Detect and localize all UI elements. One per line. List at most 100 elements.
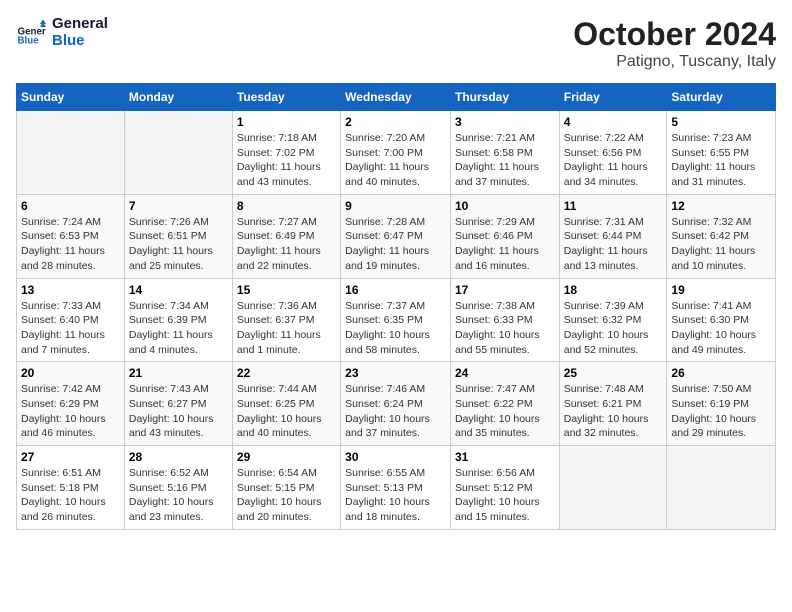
calendar-cell: 22 Sunrise: 7:44 AM Sunset: 6:25 PM Dayli… [232, 362, 340, 446]
day-info: Sunrise: 7:44 AM Sunset: 6:25 PM Dayligh… [237, 382, 336, 441]
day-number: 19 [671, 283, 771, 297]
day-info: Sunrise: 6:56 AM Sunset: 5:12 PM Dayligh… [455, 466, 555, 525]
day-number: 6 [21, 199, 120, 213]
day-number: 3 [455, 115, 555, 129]
day-number: 21 [129, 366, 228, 380]
day-number: 22 [237, 366, 336, 380]
calendar-cell: 23 Sunrise: 7:46 AM Sunset: 6:24 PM Dayli… [341, 362, 451, 446]
day-info: Sunrise: 7:29 AM Sunset: 6:46 PM Dayligh… [455, 215, 555, 274]
day-number: 17 [455, 283, 555, 297]
calendar-cell: 14 Sunrise: 7:34 AM Sunset: 6:39 PM Dayli… [124, 278, 232, 362]
day-info: Sunrise: 6:51 AM Sunset: 5:18 PM Dayligh… [21, 466, 120, 525]
day-info: Sunrise: 7:41 AM Sunset: 6:30 PM Dayligh… [671, 299, 771, 358]
month-title: October 2024 [573, 16, 776, 53]
day-number: 5 [671, 115, 771, 129]
col-tuesday: Tuesday [232, 84, 340, 111]
logo-icon: General Blue [16, 18, 46, 48]
day-number: 27 [21, 450, 120, 464]
day-number: 18 [564, 283, 663, 297]
calendar-cell: 30Sunrise: 6:55 AM Sunset: 5:13 PM Dayli… [341, 446, 451, 530]
day-info: Sunrise: 7:34 AM Sunset: 6:39 PM Dayligh… [129, 299, 228, 358]
calendar-cell: 13 Sunrise: 7:33 AM Sunset: 6:40 PM Dayli… [17, 278, 125, 362]
day-info: Sunrise: 7:27 AM Sunset: 6:49 PM Dayligh… [237, 215, 336, 274]
day-number: 26 [671, 366, 771, 380]
calendar-cell: 17 Sunrise: 7:38 AM Sunset: 6:33 PM Dayli… [450, 278, 559, 362]
calendar-cell: 24Sunrise: 7:47 AM Sunset: 6:22 PM Dayli… [450, 362, 559, 446]
day-info: Sunrise: 7:22 AM Sunset: 6:56 PM Dayligh… [564, 131, 663, 190]
day-number: 9 [345, 199, 446, 213]
col-saturday: Saturday [667, 84, 776, 111]
calendar-cell [17, 111, 125, 195]
calendar-cell: 15 Sunrise: 7:36 AM Sunset: 6:37 PM Dayli… [232, 278, 340, 362]
header-row: Sunday Monday Tuesday Wednesday Thursday… [17, 84, 776, 111]
day-number: 28 [129, 450, 228, 464]
day-info: Sunrise: 7:28 AM Sunset: 6:47 PM Dayligh… [345, 215, 446, 274]
svg-text:Blue: Blue [18, 35, 40, 46]
calendar-cell: 6 Sunrise: 7:24 AM Sunset: 6:53 PM Daylig… [17, 194, 125, 278]
calendar-cell: 18 Sunrise: 7:39 AM Sunset: 6:32 PM Dayli… [559, 278, 667, 362]
day-info: Sunrise: 7:26 AM Sunset: 6:51 PM Dayligh… [129, 215, 228, 274]
day-number: 29 [237, 450, 336, 464]
day-number: 8 [237, 199, 336, 213]
calendar-cell: 21 Sunrise: 7:43 AM Sunset: 6:27 PM Dayli… [124, 362, 232, 446]
day-number: 23 [345, 366, 446, 380]
day-info: Sunrise: 7:42 AM Sunset: 6:29 PM Dayligh… [21, 382, 120, 441]
calendar-cell: 9 Sunrise: 7:28 AM Sunset: 6:47 PM Daylig… [341, 194, 451, 278]
day-number: 12 [671, 199, 771, 213]
week-row-2: 6 Sunrise: 7:24 AM Sunset: 6:53 PM Daylig… [17, 194, 776, 278]
day-info: Sunrise: 7:36 AM Sunset: 6:37 PM Dayligh… [237, 299, 336, 358]
day-info: Sunrise: 7:23 AM Sunset: 6:55 PM Dayligh… [671, 131, 771, 190]
col-sunday: Sunday [17, 84, 125, 111]
day-number: 25 [564, 366, 663, 380]
day-info: Sunrise: 7:43 AM Sunset: 6:27 PM Dayligh… [129, 382, 228, 441]
day-info: Sunrise: 7:18 AM Sunset: 7:02 PM Dayligh… [237, 131, 336, 190]
calendar-cell: 10 Sunrise: 7:29 AM Sunset: 6:46 PM Dayli… [450, 194, 559, 278]
title-block: October 2024 Patigno, Tuscany, Italy [573, 16, 776, 71]
calendar-cell: 4Sunrise: 7:22 AM Sunset: 6:56 PM Daylig… [559, 111, 667, 195]
calendar-cell [124, 111, 232, 195]
day-info: Sunrise: 7:38 AM Sunset: 6:33 PM Dayligh… [455, 299, 555, 358]
day-info: Sunrise: 7:33 AM Sunset: 6:40 PM Dayligh… [21, 299, 120, 358]
calendar-cell: 3 Sunrise: 7:21 AM Sunset: 6:58 PM Daylig… [450, 111, 559, 195]
calendar-cell: 5 Sunrise: 7:23 AM Sunset: 6:55 PM Daylig… [667, 111, 776, 195]
day-number: 10 [455, 199, 555, 213]
calendar-cell: 2Sunrise: 7:20 AM Sunset: 7:00 PM Daylig… [341, 111, 451, 195]
week-row-1: 1 Sunrise: 7:18 AM Sunset: 7:02 PM Daylig… [17, 111, 776, 195]
day-number: 1 [237, 115, 336, 129]
week-row-3: 13 Sunrise: 7:33 AM Sunset: 6:40 PM Dayli… [17, 278, 776, 362]
logo-line1: General [52, 16, 108, 33]
col-friday: Friday [559, 84, 667, 111]
calendar-cell: 20Sunrise: 7:42 AM Sunset: 6:29 PM Dayli… [17, 362, 125, 446]
day-number: 24 [455, 366, 555, 380]
day-info: Sunrise: 7:39 AM Sunset: 6:32 PM Dayligh… [564, 299, 663, 358]
logo-line2: Blue [52, 33, 108, 50]
calendar-cell: 8 Sunrise: 7:27 AM Sunset: 6:49 PM Daylig… [232, 194, 340, 278]
calendar-cell: 25Sunrise: 7:48 AM Sunset: 6:21 PM Dayli… [559, 362, 667, 446]
day-number: 15 [237, 283, 336, 297]
logo: General Blue General Blue [16, 16, 108, 49]
day-number: 16 [345, 283, 446, 297]
calendar-cell [559, 446, 667, 530]
col-thursday: Thursday [450, 84, 559, 111]
day-info: Sunrise: 7:50 AM Sunset: 6:19 PM Dayligh… [671, 382, 771, 441]
calendar-cell: 27 Sunrise: 6:51 AM Sunset: 5:18 PM Dayli… [17, 446, 125, 530]
day-info: Sunrise: 6:52 AM Sunset: 5:16 PM Dayligh… [129, 466, 228, 525]
calendar-cell: 29 Sunrise: 6:54 AM Sunset: 5:15 PM Dayli… [232, 446, 340, 530]
page-header: General Blue General Blue October 2024 P… [16, 16, 776, 71]
day-info: Sunrise: 7:21 AM Sunset: 6:58 PM Dayligh… [455, 131, 555, 190]
day-number: 13 [21, 283, 120, 297]
day-info: Sunrise: 6:54 AM Sunset: 5:15 PM Dayligh… [237, 466, 336, 525]
day-number: 30 [345, 450, 446, 464]
calendar-table: Sunday Monday Tuesday Wednesday Thursday… [16, 83, 776, 530]
day-number: 2 [345, 115, 446, 129]
calendar-cell: 7Sunrise: 7:26 AM Sunset: 6:51 PM Daylig… [124, 194, 232, 278]
calendar-cell [667, 446, 776, 530]
day-info: Sunrise: 7:46 AM Sunset: 6:24 PM Dayligh… [345, 382, 446, 441]
week-row-4: 20Sunrise: 7:42 AM Sunset: 6:29 PM Dayli… [17, 362, 776, 446]
day-info: Sunrise: 7:32 AM Sunset: 6:42 PM Dayligh… [671, 215, 771, 274]
day-number: 14 [129, 283, 228, 297]
calendar-cell: 19 Sunrise: 7:41 AM Sunset: 6:30 PM Dayli… [667, 278, 776, 362]
calendar-cell: 28 Sunrise: 6:52 AM Sunset: 5:16 PM Dayli… [124, 446, 232, 530]
calendar-cell: 26 Sunrise: 7:50 AM Sunset: 6:19 PM Dayli… [667, 362, 776, 446]
day-info: Sunrise: 7:24 AM Sunset: 6:53 PM Dayligh… [21, 215, 120, 274]
